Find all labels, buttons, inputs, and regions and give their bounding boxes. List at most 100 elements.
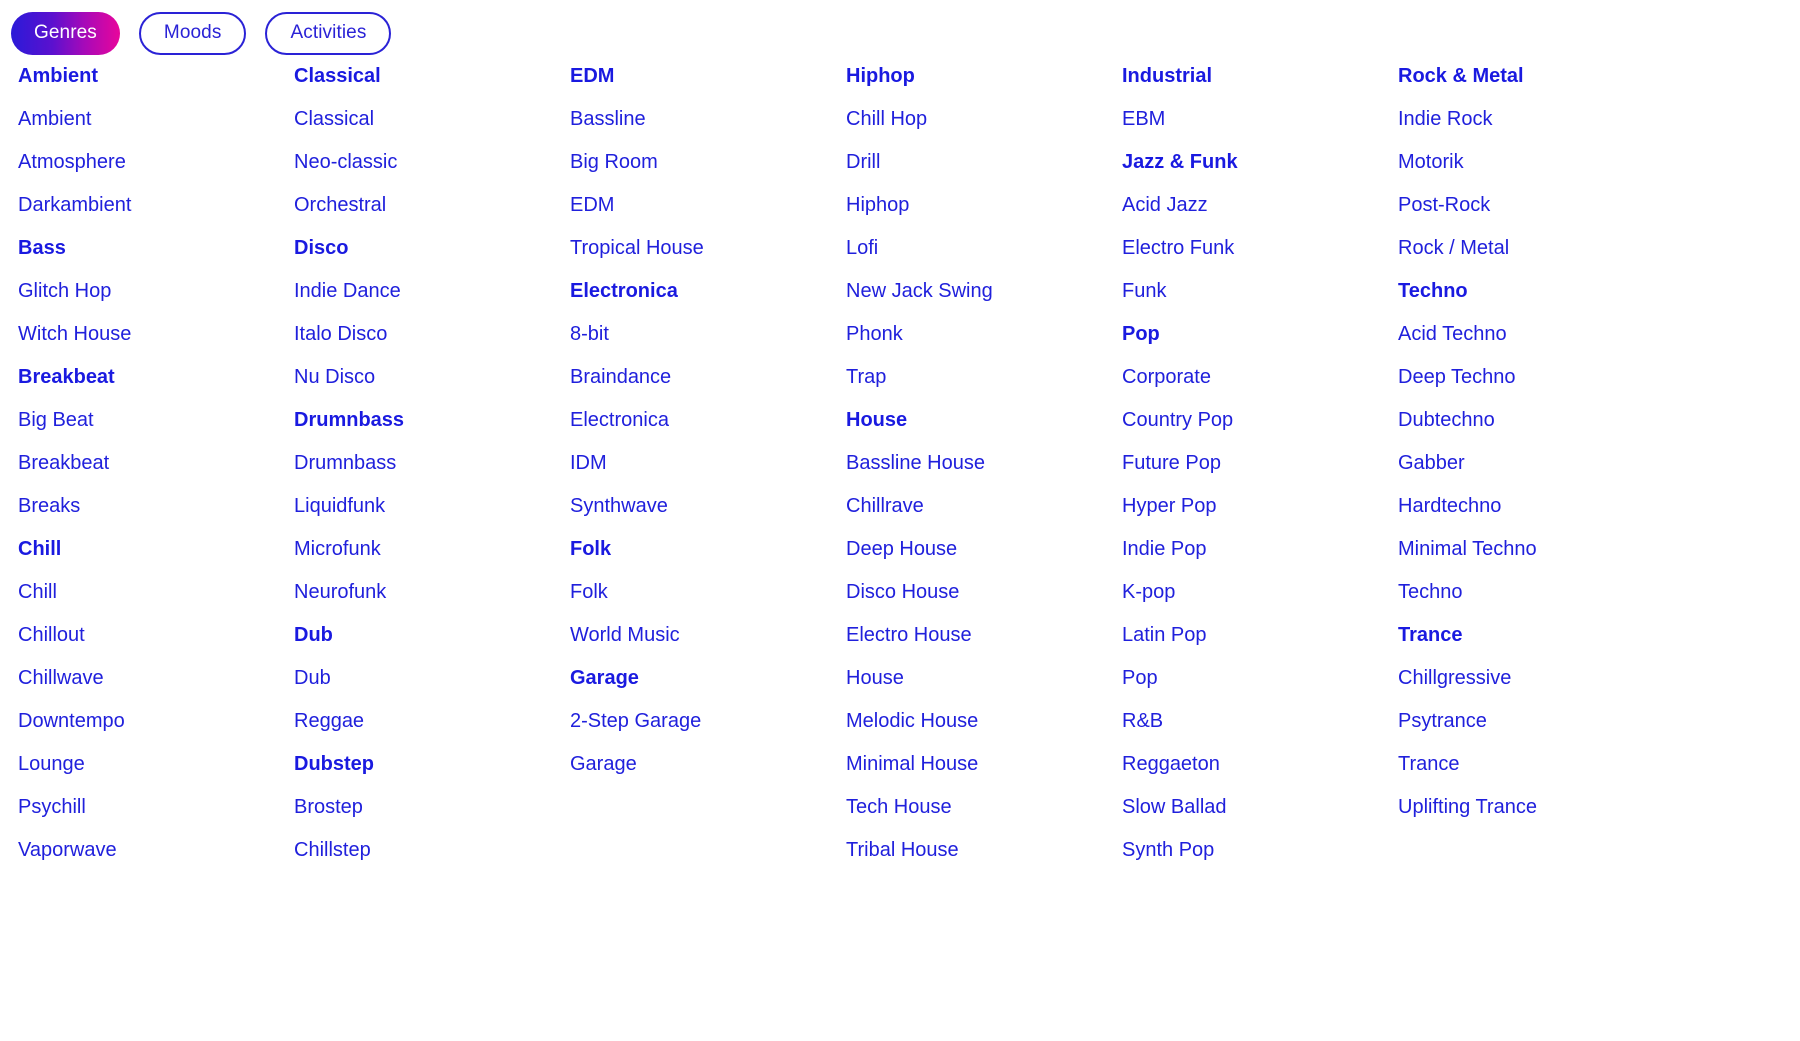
genre-item[interactable]: Latin Pop	[1122, 614, 1398, 657]
genre-item[interactable]: Dub	[294, 657, 570, 700]
genre-group-heading: Disco	[294, 237, 349, 259]
genre-item[interactable]: Lofi	[846, 227, 1122, 270]
genre-item[interactable]: R&B	[1122, 700, 1398, 743]
genre-item[interactable]: Synthwave	[570, 485, 846, 528]
genre-item[interactable]: Indie Rock	[1398, 98, 1674, 141]
genre-item[interactable]: Trance	[1398, 743, 1674, 786]
genre-item[interactable]: Chillgressive	[1398, 657, 1674, 700]
genre-item[interactable]: World Music	[570, 614, 846, 657]
genre-item[interactable]: Drill	[846, 141, 1122, 184]
genre-item[interactable]: Trap	[846, 356, 1122, 399]
genre-item[interactable]: House	[846, 657, 1122, 700]
genre-item[interactable]: Funk	[1122, 270, 1398, 313]
genre-item[interactable]: Chillstep	[294, 829, 570, 872]
genre-item[interactable]: Brostep	[294, 786, 570, 829]
genre-item[interactable]: Tribal House	[846, 829, 1122, 872]
genre-item[interactable]: Big Beat	[18, 399, 294, 442]
genre-item[interactable]: EDM	[570, 184, 846, 227]
genre-item[interactable]: Disco House	[846, 571, 1122, 614]
genre-item[interactable]: Italo Disco	[294, 313, 570, 356]
genre-item[interactable]: Hyper Pop	[1122, 485, 1398, 528]
genre-item[interactable]: Post-Rock	[1398, 184, 1674, 227]
genre-item[interactable]: 8-bit	[570, 313, 846, 356]
genre-item[interactable]: Witch House	[18, 313, 294, 356]
genre-item[interactable]: Pop	[1122, 657, 1398, 700]
genre-group-heading: House	[846, 409, 908, 431]
genre-item[interactable]: Electro Funk	[1122, 227, 1398, 270]
genre-item[interactable]: K-pop	[1122, 571, 1398, 614]
genre-item[interactable]: Gabber	[1398, 442, 1674, 485]
genre-item[interactable]: Tech House	[846, 786, 1122, 829]
genre-item[interactable]: Minimal House	[846, 743, 1122, 786]
genre-item[interactable]: Vaporwave	[18, 829, 294, 872]
genre-item[interactable]: Microfunk	[294, 528, 570, 571]
genre-item[interactable]: Psytrance	[1398, 700, 1674, 743]
genre-item[interactable]: Indie Pop	[1122, 528, 1398, 571]
genre-item[interactable]: Melodic House	[846, 700, 1122, 743]
genre-item[interactable]: Acid Techno	[1398, 313, 1674, 356]
genre-item[interactable]: Chillrave	[846, 485, 1122, 528]
genre-item[interactable]: Deep House	[846, 528, 1122, 571]
genre-item[interactable]: Chillwave	[18, 657, 294, 700]
genre-item[interactable]: Dubtechno	[1398, 399, 1674, 442]
genre-item[interactable]: Rock / Metal	[1398, 227, 1674, 270]
genre-item[interactable]: Psychill	[18, 786, 294, 829]
genre-item[interactable]: Neo-classic	[294, 141, 570, 184]
genre-item[interactable]: Big Room	[570, 141, 846, 184]
genre-item[interactable]: Future Pop	[1122, 442, 1398, 485]
genre-item[interactable]: Liquidfunk	[294, 485, 570, 528]
genre-item[interactable]: Hardtechno	[1398, 485, 1674, 528]
genre-item[interactable]: Garage	[570, 743, 846, 786]
genre-item[interactable]: Nu Disco	[294, 356, 570, 399]
genre-item[interactable]: Glitch Hop	[18, 270, 294, 313]
genre-item[interactable]: Chill Hop	[846, 98, 1122, 141]
genre-item[interactable]: Deep Techno	[1398, 356, 1674, 399]
genre-item[interactable]: Corporate	[1122, 356, 1398, 399]
genre-item[interactable]: Hiphop	[846, 184, 1122, 227]
genre-item[interactable]: Bassline House	[846, 442, 1122, 485]
genre-item[interactable]: IDM	[570, 442, 846, 485]
genre-item[interactable]: Slow Ballad	[1122, 786, 1398, 829]
genre-item[interactable]: Country Pop	[1122, 399, 1398, 442]
genre-item[interactable]: Chill	[18, 571, 294, 614]
genre-item[interactable]: 2-Step Garage	[570, 700, 846, 743]
genre-item[interactable]: Phonk	[846, 313, 1122, 356]
genre-item[interactable]: Uplifting Trance	[1398, 786, 1674, 829]
genre-item[interactable]: Electronica	[570, 399, 846, 442]
genre-item[interactable]: Lounge	[18, 743, 294, 786]
genre-item[interactable]: Braindance	[570, 356, 846, 399]
genre-item[interactable]: Reggaeton	[1122, 743, 1398, 786]
tab-activities[interactable]: Activities	[265, 11, 392, 55]
genre-item[interactable]: Synth Pop	[1122, 829, 1398, 872]
genre-item[interactable]: Electro House	[846, 614, 1122, 657]
genre-item[interactable]: Acid Jazz	[1122, 184, 1398, 227]
tab-genres[interactable]: Genres	[11, 11, 120, 55]
genre-item[interactable]: Downtempo	[18, 700, 294, 743]
genre-item[interactable]: Chillout	[18, 614, 294, 657]
genre-item[interactable]: Folk	[570, 571, 846, 614]
genre-item[interactable]: Tropical House	[570, 227, 846, 270]
genre-group-heading: Industrial	[1122, 65, 1213, 87]
genre-item[interactable]: Darkambient	[18, 184, 294, 227]
genre-item[interactable]: Indie Dance	[294, 270, 570, 313]
genre-item[interactable]: Drumnbass	[294, 442, 570, 485]
genre-item[interactable]: Techno	[1398, 571, 1674, 614]
genre-item[interactable]: Ambient	[18, 98, 294, 141]
genre-group-heading: EDM	[570, 65, 615, 87]
tab-moods[interactable]: Moods	[138, 11, 247, 55]
genre-item[interactable]: Reggae	[294, 700, 570, 743]
genre-item[interactable]: Bassline	[570, 98, 846, 141]
genre-group-heading: Folk	[570, 538, 612, 560]
genre-item[interactable]: Atmosphere	[18, 141, 294, 184]
genre-item[interactable]: EBM	[1122, 98, 1398, 141]
genre-item[interactable]: Breakbeat	[18, 442, 294, 485]
genre-item[interactable]: Neurofunk	[294, 571, 570, 614]
genre-item[interactable]: Motorik	[1398, 141, 1674, 184]
genre-item[interactable]: New Jack Swing	[846, 270, 1122, 313]
genre-item[interactable]: Orchestral	[294, 184, 570, 227]
genre-item[interactable]: Minimal Techno	[1398, 528, 1674, 571]
genre-column-5: Industrial EBM Jazz & Funk Acid Jazz Electro…	[1122, 55, 1398, 872]
genre-item[interactable]: Classical	[294, 98, 570, 141]
genre-column-3: EDM Bassline Big Room EDM Tropical House Elec…	[570, 55, 846, 872]
genre-item[interactable]: Breaks	[18, 485, 294, 528]
